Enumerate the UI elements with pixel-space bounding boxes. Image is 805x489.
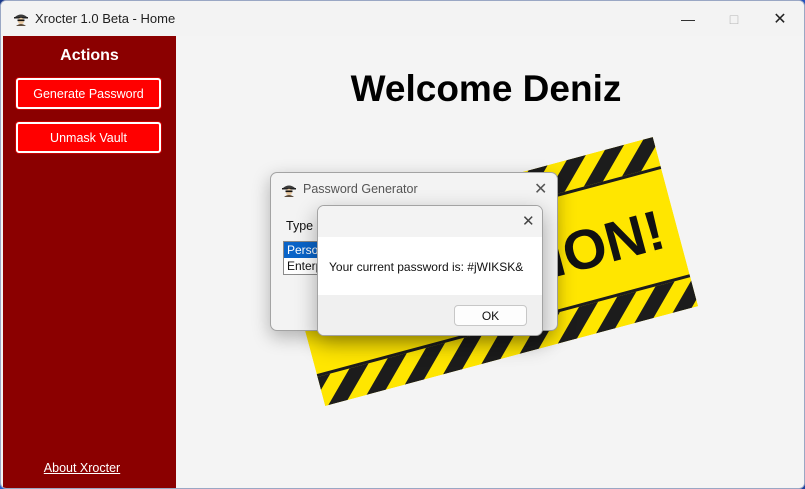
welcome-heading: Welcome Deniz	[350, 68, 622, 109]
close-button[interactable]: ✕	[757, 1, 803, 36]
close-icon: ✕	[773, 10, 787, 28]
unmask-vault-button[interactable]: Unmask Vault	[16, 122, 161, 153]
minimize-icon: —	[681, 10, 695, 27]
sidebar: Actions Generate Password Unmask Vault A…	[3, 36, 176, 488]
message-title-bar: ✕	[318, 206, 542, 237]
title-bar[interactable]: Xrocter 1.0 Beta - Home — □ ✕	[1, 1, 804, 36]
spy-icon	[14, 14, 28, 26]
close-icon[interactable]: ✕	[522, 212, 535, 230]
window-title: Xrocter 1.0 Beta - Home	[35, 11, 176, 26]
close-icon[interactable]: ✕	[534, 179, 547, 199]
generate-password-button[interactable]: Generate Password	[16, 78, 161, 109]
sidebar-heading: Actions	[60, 47, 119, 64]
about-link[interactable]: About Xrocter	[3, 461, 161, 475]
message-box: ✕ Your current password is: #jWIKSK& OK	[317, 205, 543, 336]
spy-icon	[282, 185, 296, 197]
minimize-button[interactable]: —	[665, 1, 711, 36]
dialog-title: Password Generator	[303, 182, 418, 196]
app-window: Xrocter 1.0 Beta - Home — □ ✕ Actions Ge…	[0, 0, 805, 489]
message-text: Your current password is: #jWIKSK&	[329, 260, 524, 274]
maximize-button[interactable]: □	[711, 1, 757, 36]
message-footer: OK	[318, 295, 542, 335]
maximize-icon: □	[729, 10, 739, 27]
ok-button[interactable]: OK	[454, 305, 527, 326]
